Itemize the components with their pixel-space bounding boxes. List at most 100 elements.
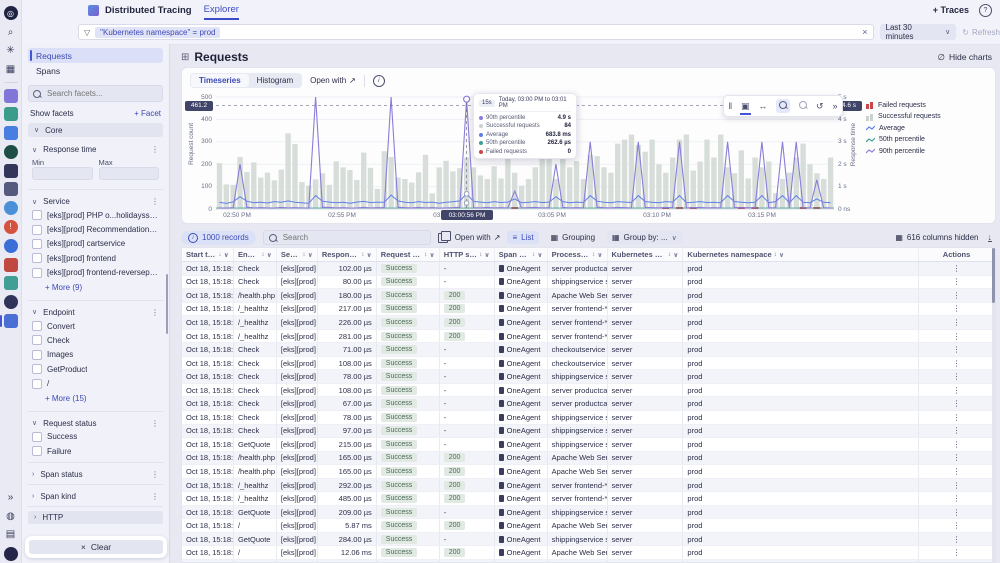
checkbox[interactable] [32, 210, 42, 220]
table-row[interactable]: Oct 18, 15:18:33…Check[eks][prod] …102.0… [182, 262, 995, 276]
dynatrace-logo[interactable]: ◎ [4, 6, 18, 20]
reports-icon[interactable]: ▤ [4, 528, 18, 542]
table-open-with-button[interactable]: Open with↗ [455, 233, 501, 242]
checkbox[interactable] [32, 432, 42, 442]
column-header-10[interactable]: Actions [919, 248, 995, 261]
table-row[interactable]: Oct 18, 15:18:22…Check[eks][prod] …78.00… [182, 411, 995, 425]
facet-option[interactable]: GetProduct [28, 362, 163, 376]
facet-search-input[interactable] [45, 88, 149, 99]
table-row[interactable]: Oct 18, 15:18:32…Check[eks][prod] …80.00… [182, 276, 995, 290]
hosts-app-icon[interactable] [4, 164, 18, 178]
facet-option[interactable]: Check [28, 333, 163, 347]
copy-icon[interactable] [438, 233, 448, 243]
table-row[interactable]: Oct 18, 15:18:31…/_healthz[eks][prod] …2… [182, 303, 995, 317]
table-row[interactable]: Oct 18, 15:18:32…/health.php[eks][prod] … [182, 289, 995, 303]
row-actions-kebab-icon[interactable]: ⋮ [953, 399, 961, 408]
problems-app-icon[interactable]: ! [4, 220, 18, 234]
column-header-7[interactable]: Process group↕∨ [548, 248, 608, 261]
facet-service[interactable]: ∨ Service⋮ [28, 193, 163, 208]
facet-option[interactable]: [eks][prod] cartservice [28, 237, 163, 251]
row-actions-kebab-icon[interactable]: ⋮ [953, 304, 961, 313]
facet-span-status[interactable]: › Span status⋮ [28, 466, 163, 481]
legend-item[interactable]: 50th percentile [866, 136, 941, 144]
sort-desc-icon[interactable]: ↓ [218, 251, 221, 258]
checkbox[interactable] [32, 239, 42, 249]
column-header-5[interactable]: HTTP status↕∨ [440, 248, 495, 261]
sidebar-scrollbar[interactable] [166, 274, 168, 334]
sidebar-item-requests[interactable]: Requests [28, 48, 163, 63]
copilot-icon[interactable]: ✳ [4, 44, 18, 58]
sort-icon[interactable]: ↕ [302, 251, 305, 258]
hide-charts-button[interactable]: ∅ Hide charts [938, 52, 992, 63]
facet-option[interactable]: [eks][prod] frontend-reverseproxy [28, 266, 163, 280]
sort-icon[interactable]: ↕ [479, 251, 482, 258]
column-header-2[interactable]: Service↕∨ [277, 248, 318, 261]
chevron-down-icon[interactable]: ∨ [224, 251, 229, 259]
kubernetes-app-icon[interactable] [4, 89, 18, 103]
clear-filters-button[interactable]: × Clear [29, 540, 163, 554]
add-facet-button[interactable]: + Facet [134, 109, 161, 118]
checkbox[interactable] [32, 321, 42, 331]
column-header-8[interactable]: Kubernetes contai...↕∨ [608, 248, 684, 261]
facet-option[interactable]: Images [28, 348, 163, 362]
sort-icon[interactable]: ↕ [668, 251, 671, 258]
facet-request-status[interactable]: ∨ Request status⋮ [28, 415, 163, 430]
row-actions-kebab-icon[interactable]: ⋮ [953, 291, 961, 300]
zoom-in-icon[interactable] [776, 99, 790, 113]
dashboards-app-icon[interactable] [4, 126, 18, 140]
chevron-down-icon[interactable]: ∨ [267, 251, 272, 259]
facet-group-core[interactable]: ∨ Core [28, 123, 163, 137]
chevron-down-icon[interactable]: ∨ [484, 251, 489, 259]
row-actions-kebab-icon[interactable]: ⋮ [953, 413, 961, 422]
table-row[interactable]: Oct 18, 15:18:21…/_healthz[eks][prod] …4… [182, 492, 995, 506]
column-header-9[interactable]: Kubernetes namespace↕∨ [683, 248, 919, 261]
chevron-down-icon[interactable]: ∨ [779, 251, 784, 259]
row-actions-kebab-icon[interactable]: ⋮ [953, 453, 961, 462]
checkbox[interactable] [32, 335, 42, 345]
sort-icon[interactable]: ↕ [592, 251, 595, 258]
kebab-menu-icon[interactable]: ⋮ [151, 145, 159, 154]
more-tools-icon[interactable]: » [832, 102, 837, 111]
more-link[interactable]: + More (15) [28, 391, 163, 408]
row-actions-kebab-icon[interactable]: ⋮ [953, 426, 961, 435]
row-actions-kebab-icon[interactable]: ⋮ [953, 548, 961, 557]
row-actions-kebab-icon[interactable]: ⋮ [953, 359, 961, 368]
checkbox[interactable] [32, 446, 42, 456]
drag-handle-icon[interactable]: ‖ [728, 102, 732, 111]
checkbox[interactable] [32, 268, 42, 278]
column-header-4[interactable]: Request status↕∨ [377, 248, 440, 261]
legend-item[interactable]: Average [866, 124, 941, 132]
table-row[interactable]: Oct 18, 15:18:27…Check[eks][prod] …78.00… [182, 370, 995, 384]
sort-icon[interactable]: ↕ [774, 251, 777, 258]
tab-timeseries[interactable]: Timeseries [191, 74, 249, 87]
sort-icon[interactable]: ↕ [532, 251, 535, 258]
table-row[interactable]: Oct 18, 15:18:20…/[eks][prod] …5.87 msSu… [182, 519, 995, 533]
chart-open-with-button[interactable]: Open with↗ [310, 76, 356, 85]
row-actions-kebab-icon[interactable]: ⋮ [953, 372, 961, 381]
pan-tool-icon[interactable]: ↔ [758, 102, 767, 111]
chevron-down-icon[interactable]: ∨ [429, 251, 434, 259]
chevron-down-icon[interactable]: ∨ [597, 251, 602, 259]
row-actions-kebab-icon[interactable]: ⋮ [953, 494, 961, 503]
table-row[interactable]: Oct 18, 15:18:28…Check[eks][prod] …71.00… [182, 343, 995, 357]
row-actions-kebab-icon[interactable]: ⋮ [953, 440, 961, 449]
checkbox[interactable] [32, 253, 42, 263]
facet-option[interactable]: Success [28, 430, 163, 444]
account-icon[interactable] [4, 547, 18, 561]
table-row[interactable]: Oct 18, 15:18:23…Check[eks][prod] …108.0… [182, 384, 995, 398]
hub-icon[interactable]: ◍ [4, 509, 18, 523]
distributed-tracing-app-icon[interactable] [4, 314, 18, 328]
table-row[interactable]: Oct 18, 15:18:19…/[eks][prod] …12.06 msS… [182, 546, 995, 560]
tab-histogram[interactable]: Histogram [249, 74, 301, 87]
row-actions-kebab-icon[interactable]: ⋮ [953, 332, 961, 341]
column-header-3[interactable]: Response time↕∨ [318, 248, 377, 261]
facet-option[interactable]: [eks][prod] RecommendationService [28, 222, 163, 236]
chevron-down-icon[interactable]: ∨ [673, 251, 678, 259]
sort-icon[interactable]: ↕ [261, 251, 264, 258]
legend-item[interactable]: 90th percentile [866, 147, 941, 155]
row-actions-kebab-icon[interactable]: ⋮ [953, 508, 961, 517]
facet-group-http[interactable]: ›HTTP [28, 511, 163, 525]
sessions-app-icon[interactable] [4, 201, 18, 215]
facet-span-kind[interactable]: › Span kind⋮ [28, 488, 163, 503]
table-row[interactable]: Oct 18, 15:18:20…GetQuote[eks][prod] …20… [182, 506, 995, 520]
